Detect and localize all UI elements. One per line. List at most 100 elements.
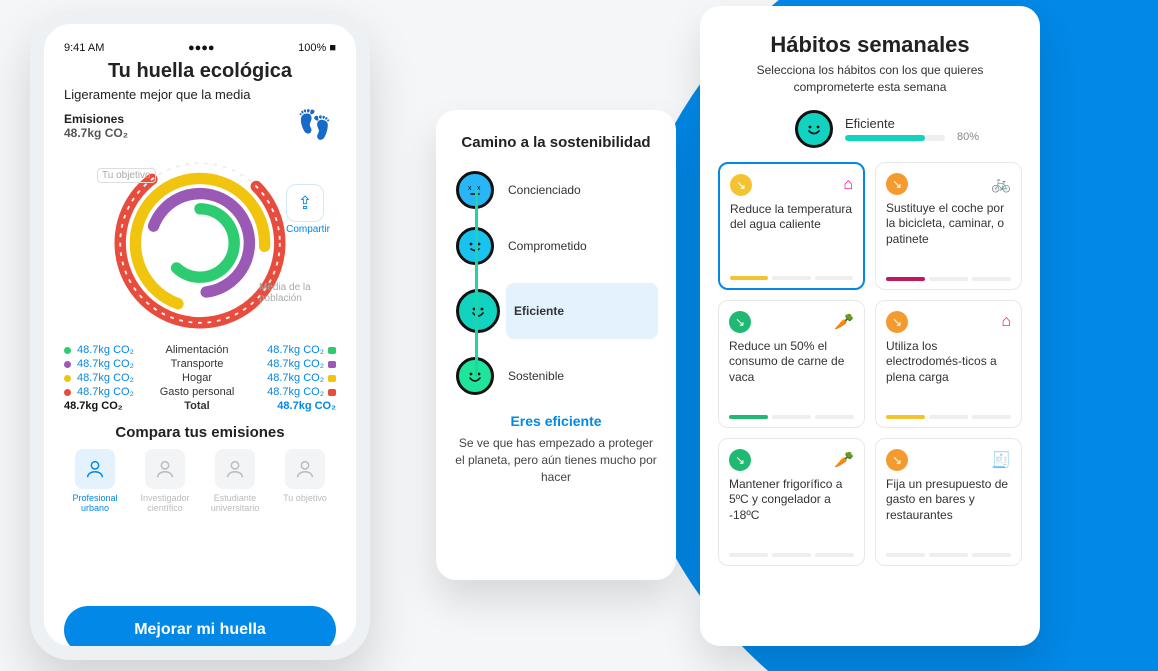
smile-icon	[795, 110, 833, 148]
habit-progress-bar	[729, 553, 854, 557]
screen-weekly-habits: Hábitos semanales Selecciona los hábitos…	[700, 6, 1040, 646]
level-indicator: Eficiente 80%	[718, 110, 1022, 148]
emissions-row: 48.7kg CO₂ Transporte 48.7kg CO₂	[64, 358, 336, 370]
habit-text: Reduce un 50% el consumo de carne de vac…	[729, 339, 854, 407]
progress-path: xx Concienciado Comprometido Eficiente S…	[454, 171, 658, 395]
plus-decoration-icon: +	[1108, 480, 1128, 519]
svg-text:x: x	[477, 185, 481, 192]
emissions-row: 48.7kg CO₂ Gasto personal 48.7kg CO₂	[64, 386, 336, 398]
habit-category-icon: ↘	[730, 174, 752, 196]
persona-option[interactable]: Tu objetivo	[274, 449, 336, 513]
path-step[interactable]: xx Concienciado	[506, 171, 658, 209]
habit-card[interactable]: ↘ 🧾 Fija un presupuesto de gasto en bare…	[875, 438, 1022, 566]
emissions-row: 48.7kg CO₂ Hogar 48.7kg CO₂	[64, 372, 336, 384]
habit-progress-bar	[886, 553, 1011, 557]
compare-title: Compara tus emisiones	[64, 424, 336, 441]
habit-progress-bar	[886, 415, 1011, 419]
screen-footprint: 9:41 AM ●●●● 100% ■ Tu huella ecológica …	[44, 24, 356, 646]
persona-label: Investigador científico	[134, 493, 196, 513]
category-bar-icon	[328, 389, 336, 396]
category-dot-icon	[64, 375, 71, 382]
footprint-icon: 👣	[297, 108, 332, 141]
category-dot-icon	[64, 361, 71, 368]
svg-text:x: x	[468, 185, 472, 192]
habits-grid: ↘ ⌂ Reduce la temperatura del agua calie…	[718, 162, 1022, 566]
share-icon: ⇪	[298, 193, 313, 214]
step-label: Comprometido	[508, 239, 587, 253]
persona-icon	[285, 449, 325, 489]
category-name: Alimentación	[144, 344, 250, 356]
habit-progress-bar	[886, 277, 1011, 281]
face-icon	[456, 357, 494, 395]
persona-label: Estudiante universitario	[204, 493, 266, 513]
path-headline: Eres eficiente	[454, 413, 658, 429]
status-time: 9:41 AM	[64, 42, 104, 54]
habit-card[interactable]: ↘ 🥕 Mantener frigorífico a 5ºC y congela…	[718, 438, 865, 566]
persona-option[interactable]: Investigador científico	[134, 449, 196, 513]
category-name: Hogar	[144, 372, 250, 384]
status-battery: 100% ■	[298, 42, 336, 54]
habit-text: Sustituye el coche por la bicicleta, cam…	[886, 201, 1011, 269]
phone-mockup: 9:41 AM ●●●● 100% ■ Tu huella ecológica …	[30, 10, 370, 660]
path-body: Se ve que has empezado a proteger el pla…	[454, 435, 658, 485]
habit-type-icon: 🧾	[991, 450, 1011, 470]
page-subtitle: Ligeramente mejor que la media	[64, 87, 336, 102]
habit-category-icon: ↘	[886, 449, 908, 471]
plus-decoration-icon: +	[1118, 592, 1138, 631]
persona-option[interactable]: Estudiante universitario	[204, 449, 266, 513]
category-dot-icon	[64, 389, 71, 396]
path-title: Camino a la sostenibilidad	[454, 134, 658, 151]
habit-category-icon: ↘	[729, 449, 751, 471]
persona-icon	[215, 449, 255, 489]
habit-card[interactable]: ↘ ⌂ Reduce la temperatura del agua calie…	[718, 162, 865, 290]
habit-text: Utiliza los electrodomés-ticos a plena c…	[886, 339, 1011, 407]
habit-type-icon: ⌂	[843, 176, 853, 194]
ring-note-target: Tu objetivo	[97, 168, 156, 183]
habit-card[interactable]: ↘ ⌂ Utiliza los electrodomés-ticos a ple…	[875, 300, 1022, 428]
habit-text: Reduce la temperatura del agua caliente	[730, 202, 853, 268]
habit-category-icon: ↘	[729, 311, 751, 333]
emissions-label: Emisiones	[64, 112, 336, 126]
persona-label: Profesional urbano	[64, 493, 126, 513]
step-label: Sostenible	[508, 369, 564, 383]
face-icon: xx	[456, 171, 494, 209]
habit-card[interactable]: ↘ 🚲 Sustituye el coche por la bicicleta,…	[875, 162, 1022, 290]
path-step[interactable]: Sostenible	[506, 357, 658, 395]
level-name: Eficiente	[845, 116, 945, 131]
category-dot-icon	[64, 347, 71, 354]
screen-sustainability-path: Camino a la sostenibilidad xx Conciencia…	[436, 110, 676, 580]
emissions-table: 48.7kg CO₂ Alimentación 48.7kg CO₂ 48.7k…	[64, 344, 336, 412]
habit-category-icon: ↘	[886, 173, 908, 195]
level-percent: 80%	[957, 131, 979, 143]
path-step[interactable]: Eficiente	[506, 283, 658, 339]
habit-category-icon: ↘	[886, 311, 908, 333]
habit-text: Mantener frigorífico a 5ºC y congelador …	[729, 477, 854, 545]
status-signal-icon: ●●●●	[188, 42, 215, 54]
plus-decoration-icon: +	[1058, 540, 1078, 579]
emissions-value: 48.7kg CO₂	[64, 126, 336, 140]
habit-type-icon: 🥕	[834, 450, 854, 470]
habit-text: Fija un presupuesto de gasto en bares y …	[886, 477, 1011, 545]
emissions-ring-chart: Tu objetivo Media de la población	[105, 148, 295, 338]
emissions-row: 48.7kg CO₂ Alimentación 48.7kg CO₂	[64, 344, 336, 356]
persona-icon	[75, 449, 115, 489]
face-icon	[456, 227, 494, 265]
step-label: Eficiente	[514, 304, 564, 318]
path-step[interactable]: Comprometido	[506, 227, 658, 265]
page-title: Tu huella ecológica	[64, 60, 336, 83]
habit-card[interactable]: ↘ 🥕 Reduce un 50% el consumo de carne de…	[718, 300, 865, 428]
improve-footprint-button[interactable]: Mejorar mi huella	[64, 606, 336, 646]
habit-progress-bar	[729, 415, 854, 419]
habits-subtitle: Selecciona los hábitos con los que quier…	[718, 62, 1022, 96]
face-icon	[456, 289, 500, 333]
ring-note-average: Media de la población	[259, 282, 327, 304]
persona-label: Tu objetivo	[274, 493, 336, 503]
category-bar-icon	[328, 375, 336, 382]
persona-option[interactable]: Profesional urbano	[64, 449, 126, 513]
habit-type-icon: 🥕	[834, 312, 854, 332]
category-bar-icon	[328, 361, 336, 368]
category-bar-icon	[328, 347, 336, 354]
persona-icon	[145, 449, 185, 489]
emissions-total-row: 48.7kg CO₂ Total 48.7kg CO₂	[64, 400, 336, 412]
level-progress-bar: 80%	[845, 135, 945, 141]
